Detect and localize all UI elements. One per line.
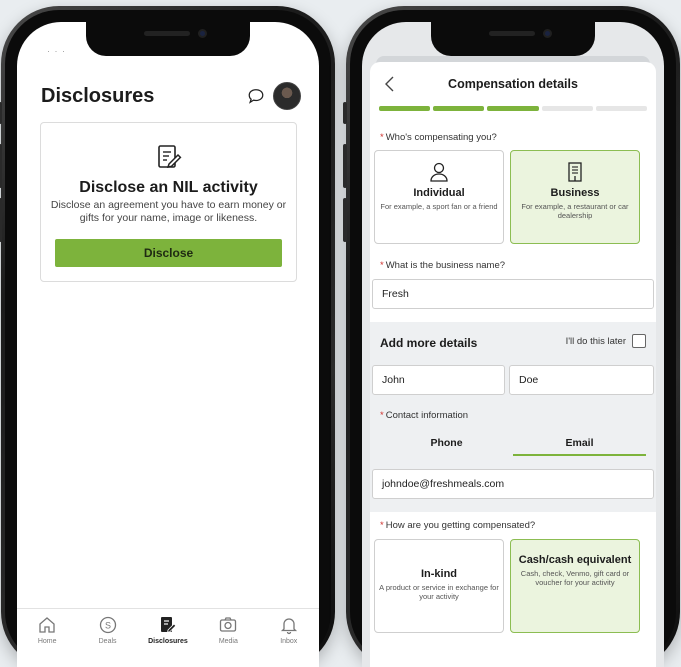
home-icon — [39, 617, 55, 633]
tab-inbox[interactable]: Inbox — [262, 615, 316, 667]
camera-icon — [220, 617, 237, 632]
page-title: Disclosures — [41, 84, 155, 107]
tab-label: Disclosures — [148, 638, 188, 645]
tab-disclosures[interactable]: Disclosures — [141, 615, 195, 667]
sheet-header: Compensation details — [370, 72, 656, 96]
disclose-card: Disclose an NIL activity Disclose an agr… — [40, 122, 297, 282]
notch — [431, 22, 595, 56]
tab-media[interactable]: Media — [201, 615, 255, 667]
compensation-sheet: Compensation details * Who's compensating… — [370, 62, 656, 667]
progress-segment — [379, 106, 431, 111]
phone-right: Compensation details * Who's compensating… — [343, 6, 680, 667]
tab-deals[interactable]: S Deals — [81, 615, 135, 667]
tab-label: Deals — [98, 638, 117, 645]
header: Disclosures — [41, 80, 301, 112]
tab-home[interactable]: Home — [20, 615, 74, 667]
person-icon — [430, 162, 448, 182]
later-checkbox[interactable] — [632, 334, 646, 348]
bell-icon — [280, 618, 297, 635]
mute-switch — [343, 102, 347, 124]
notch — [86, 22, 250, 56]
sheet-title: Compensation details — [448, 77, 578, 91]
choice-cash[interactable]: Cash/cash equivalent Cash, check, Venmo,… — [510, 539, 640, 633]
question-compensator: * Who's compensating you? — [380, 132, 497, 143]
question-contact: * Contact information — [380, 410, 469, 421]
last-name-input[interactable]: Doe — [509, 365, 654, 395]
email-input[interactable]: johndoe@freshmeals.com — [372, 469, 654, 499]
disclose-button[interactable]: Disclose — [55, 239, 282, 267]
volume-down-button — [343, 198, 347, 242]
card-description: Disclose an agreement you have to earn m… — [50, 199, 287, 224]
deals-icon: S — [99, 616, 116, 634]
volume-up-button — [343, 144, 347, 188]
card-title: Disclose an NIL activity — [79, 179, 258, 196]
svg-text:S: S — [105, 621, 111, 631]
question-business-name: * What is the business name? — [380, 260, 506, 271]
business-name-input[interactable]: Fresh — [372, 279, 654, 309]
add-details-title: Add more details — [380, 336, 478, 350]
phone-left: · · · Disclosures Disclose an NIL activi… — [0, 6, 335, 667]
tab-label: Home — [37, 638, 57, 645]
question-compensation-type: * How are you getting compensated? — [380, 520, 536, 531]
mute-switch — [0, 102, 2, 124]
contact-tabs: Phone Email — [380, 434, 646, 456]
later-option[interactable]: I'll do this later — [566, 334, 646, 348]
progress-segment — [433, 106, 485, 111]
avatar[interactable] — [273, 82, 301, 110]
tab-email[interactable]: Email — [513, 434, 646, 456]
volume-down-button — [0, 198, 2, 242]
status-indicator: · · · — [47, 46, 66, 56]
tab-label: Media — [218, 638, 238, 645]
choice-in-kind[interactable]: In-kind A product or service in exchange… — [374, 539, 504, 633]
choice-business[interactable]: Business For example, a restaurant or ca… — [510, 150, 640, 244]
back-chevron-icon[interactable] — [382, 75, 398, 93]
tab-label: Inbox — [280, 638, 298, 645]
right-screen: Compensation details * Who's compensating… — [362, 22, 664, 667]
bottom-tab-bar: Home S Deals Disclosures Media Inbox — [17, 608, 319, 667]
first-name-input[interactable]: John — [372, 365, 505, 395]
progress-segment — [487, 106, 539, 111]
progress-segment — [595, 106, 648, 111]
progress-segment — [541, 106, 593, 111]
chat-icon[interactable] — [247, 87, 265, 105]
progress-bar — [379, 106, 648, 111]
building-icon — [568, 162, 582, 182]
tab-phone[interactable]: Phone — [380, 434, 513, 456]
volume-up-button — [0, 144, 2, 188]
disclosures-icon — [160, 617, 177, 633]
document-edit-icon — [157, 145, 181, 168]
choice-individual[interactable]: Individual For example, a sport fan or a… — [374, 150, 504, 244]
left-screen: · · · Disclosures Disclose an NIL activi… — [17, 22, 319, 667]
